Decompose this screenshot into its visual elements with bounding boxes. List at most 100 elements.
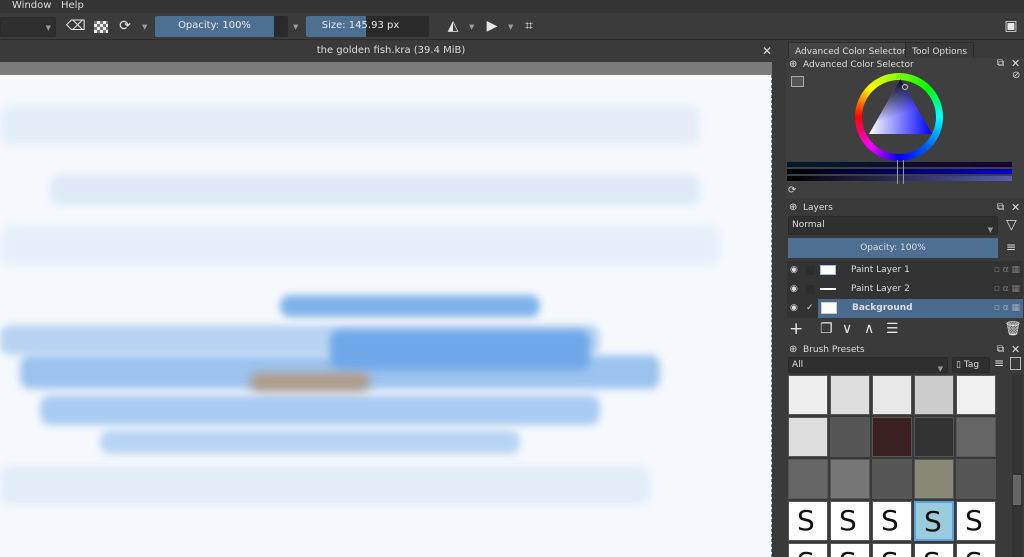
crop-icon[interactable]: ⌗: [520, 16, 538, 36]
move-up-icon[interactable]: ∧: [864, 319, 874, 339]
reset-color-icon[interactable]: ⟳: [788, 185, 796, 196]
brush-preset-tile[interactable]: [956, 459, 996, 499]
close-icon[interactable]: ✕: [1011, 57, 1020, 70]
brush-preset-combo[interactable]: ▼: [0, 17, 56, 37]
layers-float-icon[interactable]: ⧉: [997, 202, 1004, 213]
opacity-slider[interactable]: Opacity: 100%: [155, 16, 288, 37]
brush-preset-tile[interactable]: [914, 459, 954, 499]
reload-icon[interactable]: ⟳: [116, 16, 134, 36]
mirror-vertical-icon[interactable]: ▶: [483, 16, 501, 36]
brush-preset-tile[interactable]: S: [788, 501, 828, 541]
brush-stroke-icon: S: [839, 504, 857, 537]
layer-flags-icon[interactable]: ▫ α ▦: [994, 299, 1020, 318]
blend-mode-select[interactable]: Normal ▼: [788, 216, 998, 235]
brush-stroke-icon: S: [839, 546, 857, 557]
brush-preset-tile[interactable]: [788, 459, 828, 499]
brush-stroke-icon: S: [923, 546, 941, 557]
canvas-scrollbar[interactable]: [772, 62, 782, 557]
layer-name: Paint Layer 1: [851, 265, 910, 275]
brush-preset-tile[interactable]: S: [788, 543, 828, 557]
brush-preset-tile[interactable]: [872, 375, 912, 415]
close-document-icon[interactable]: ✕: [762, 40, 772, 62]
mirror-horizontal-icon[interactable]: ◭: [444, 16, 462, 36]
layer-flags-icon[interactable]: ▫ α ▦: [994, 261, 1020, 280]
brush-preset-tile[interactable]: S: [914, 543, 954, 557]
brush-stroke-icon: S: [797, 504, 815, 537]
brushes-lock-icon[interactable]: ⊕: [789, 344, 797, 355]
brush-grid: SSSSSSSSSS: [788, 375, 1010, 557]
toolbar: ▼ ⌫ ⟳ ▼ Opacity: 100% ▼ Size: 145.93 px …: [0, 13, 1024, 40]
brush-preset-tile[interactable]: S: [830, 501, 870, 541]
brush-preset-tile[interactable]: [914, 375, 954, 415]
brush-preset-tile[interactable]: [956, 417, 996, 457]
settings-icon[interactable]: [791, 76, 804, 87]
tag-button[interactable]: ▯ Tag: [952, 357, 990, 373]
size-slider[interactable]: Size: 145.93 px: [306, 16, 429, 37]
menu-help[interactable]: Help: [61, 0, 84, 11]
layer-properties-icon[interactable]: ☰: [886, 319, 899, 339]
layer-row[interactable]: ◉ Paint Layer 2 ▫ α ▦: [787, 280, 1023, 299]
brush-preset-tile[interactable]: [788, 375, 828, 415]
layer-menu-icon[interactable]: ≡: [1006, 240, 1016, 254]
brush-preset-tile[interactable]: [830, 417, 870, 457]
brush-stroke-icon: S: [881, 546, 899, 557]
float-icon[interactable]: ⧉: [997, 58, 1004, 69]
color-selector-title: Advanced Color Selector: [803, 60, 914, 70]
brush-filter-select[interactable]: All ▼: [788, 357, 948, 373]
menu-window[interactable]: Window: [12, 0, 51, 11]
brush-preset-tile[interactable]: S: [872, 543, 912, 557]
brush-stroke-icon: S: [924, 505, 942, 538]
visibility-icon[interactable]: ◉: [790, 299, 798, 318]
visibility-icon[interactable]: ◉: [790, 261, 798, 280]
layers-title: Layers: [803, 203, 833, 213]
fish-shape: [250, 373, 370, 391]
lock-icon[interactable]: ⊕: [789, 59, 797, 70]
brush-preset-tile[interactable]: S: [872, 501, 912, 541]
brush-stroke-icon: S: [881, 504, 899, 537]
layer-opacity-slider[interactable]: Opacity: 100%: [788, 238, 998, 258]
canvas-ruler-strip: [0, 62, 772, 75]
brush-preset-tile[interactable]: S: [956, 543, 996, 557]
alpha-lock-icon[interactable]: [94, 21, 108, 33]
layers-close-icon[interactable]: ✕: [1011, 201, 1020, 214]
drawing-canvas[interactable]: [0, 75, 772, 557]
color-picker-marker: [902, 84, 908, 90]
layer-name: Paint Layer 2: [851, 284, 910, 294]
checkmark-icon: ✓: [806, 303, 814, 313]
brush-stroke-icon: S: [965, 504, 983, 537]
view-menu-icon[interactable]: ≡: [994, 356, 1004, 370]
brush-preset-tile[interactable]: [830, 375, 870, 415]
visibility-icon[interactable]: ◉: [790, 280, 798, 299]
brush-preset-tile[interactable]: [872, 459, 912, 499]
move-down-icon[interactable]: ∨: [842, 319, 852, 339]
brushes-close-icon[interactable]: ✕: [1011, 343, 1020, 356]
menu-bar: Window Help: [0, 0, 1024, 13]
brush-preset-tile[interactable]: [956, 375, 996, 415]
delete-layer-icon[interactable]: 🗑: [1004, 319, 1022, 339]
document-tab[interactable]: the golden fish.kra (39.4 MiB) ✕: [0, 40, 782, 62]
layer-name: Background: [852, 303, 913, 313]
layers-lock-icon[interactable]: ⊕: [789, 202, 797, 213]
no-entry-icon[interactable]: ⊘: [1012, 70, 1020, 81]
brush-preset-tile[interactable]: [830, 459, 870, 499]
layer-row[interactable]: ◉ Paint Layer 1 ▫ α ▦: [787, 261, 1023, 280]
brush-preset-tile[interactable]: S: [956, 501, 996, 541]
layer-flags-icon[interactable]: ▫ α ▦: [994, 280, 1020, 299]
filter-icon[interactable]: ▽: [1006, 217, 1017, 233]
brush-presets-title: Brush Presets: [803, 345, 865, 355]
duplicate-layer-icon[interactable]: ❐: [820, 319, 833, 339]
add-layer-icon[interactable]: +: [789, 319, 803, 339]
eraser-icon[interactable]: ⌫: [66, 16, 86, 36]
brush-preset-tile[interactable]: [914, 417, 954, 457]
brushes-float-icon[interactable]: ⧉: [997, 344, 1004, 355]
brush-settings-icon[interactable]: [1010, 357, 1021, 370]
brush-preset-tile[interactable]: S: [830, 543, 870, 557]
brush-preset-tile[interactable]: S: [914, 501, 954, 541]
brush-scrollbar[interactable]: [1012, 375, 1022, 557]
brush-stroke-icon: S: [797, 546, 815, 557]
dock-toggle-icon[interactable]: ▣: [1002, 16, 1020, 36]
brush-preset-tile[interactable]: [872, 417, 912, 457]
layer-row-selected[interactable]: ◉ ✓ Background ▫ α ▦: [787, 299, 1023, 318]
brush-preset-tile[interactable]: [788, 417, 828, 457]
document-title: the golden fish.kra (39.4 MiB): [316, 45, 466, 56]
